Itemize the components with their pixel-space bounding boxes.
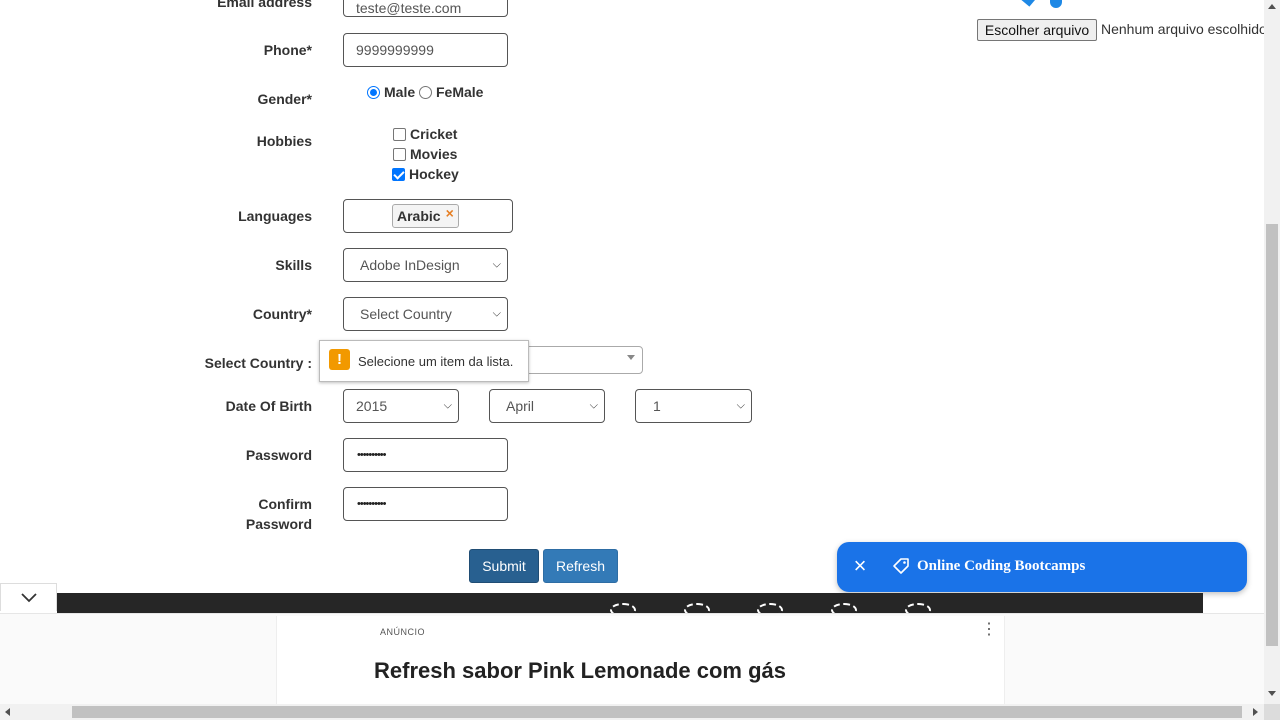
email-field[interactable]: teste@teste.com <box>343 0 508 17</box>
hobby-movies-label: Movies <box>410 146 458 162</box>
hobby-cricket-label: Cricket <box>410 126 458 142</box>
chevron-down-icon: ⌵ <box>492 258 501 271</box>
hobbies-label: Hobbies <box>256 133 312 149</box>
tag-icon <box>893 558 909 574</box>
skills-value: Adobe InDesign <box>360 257 460 273</box>
password-field[interactable]: •••••••••• <box>343 438 508 472</box>
toast-text: Online Coding Bootcamps <box>917 558 1086 574</box>
language-tag-remove-icon[interactable]: × <box>446 205 454 221</box>
email-value: teste@teste.com <box>356 0 462 16</box>
skills-select[interactable]: Adobe InDesign ⌵ <box>343 248 508 282</box>
refresh-button[interactable]: Refresh <box>543 549 618 583</box>
language-tag-label: Arabic <box>397 208 441 224</box>
dob-year-value: 2015 <box>356 398 388 414</box>
ad-collapse-tab[interactable] <box>0 583 57 611</box>
ad-headline: Refresh sabor Pink Lemonade com gás <box>374 658 787 683</box>
horizontal-scrollbar[interactable] <box>0 704 1264 720</box>
caret-down-icon <box>627 355 635 360</box>
languages-multiselect[interactable]: Arabic × <box>343 199 513 233</box>
languages-label: Languages <box>238 208 312 224</box>
scroll-up-arrow-icon[interactable] <box>1268 4 1276 9</box>
phone-value: 9999999999 <box>356 42 434 58</box>
gender-female-radio[interactable] <box>419 86 432 99</box>
email-label: Email address <box>217 0 312 10</box>
gender-female-label: FeMale <box>436 84 484 100</box>
file-status-text: Nenhum arquivo escolhido <box>1101 21 1264 37</box>
loading-spinner-icon <box>610 603 636 613</box>
bootcamps-toast[interactable]: × Online Coding Bootcamps <box>837 542 1247 592</box>
ad-card[interactable]: ANÚNCIO ⋮ Refresh sabor Pink Lemonade co… <box>276 616 1005 705</box>
scroll-left-arrow-icon[interactable] <box>5 708 10 716</box>
dob-year-select[interactable]: 2015 ⌵ <box>343 389 459 423</box>
confirm-password-field[interactable]: •••••••••• <box>343 487 508 521</box>
loading-spinner-icon <box>684 603 710 613</box>
close-icon[interactable]: × <box>851 555 869 577</box>
scroll-down-arrow-icon[interactable] <box>1268 691 1276 696</box>
warning-icon: ! <box>329 349 350 370</box>
country-value: Select Country <box>360 306 452 322</box>
country-select[interactable]: Select Country ⌵ <box>343 297 508 331</box>
choose-file-button[interactable]: Escolher arquivo <box>977 19 1097 41</box>
phone-field[interactable]: 9999999999 <box>343 33 508 67</box>
more-options-icon[interactable]: ⋮ <box>981 622 997 638</box>
hobby-movies-checkbox[interactable] <box>393 148 406 161</box>
submit-button[interactable]: Submit <box>469 549 539 583</box>
dob-label: Date Of Birth <box>225 398 312 414</box>
dob-month-select[interactable]: April ⌵ <box>489 389 605 423</box>
validation-tooltip: ! Selecione um item da lista. <box>319 340 529 382</box>
gender-male-radio[interactable] <box>367 86 380 99</box>
country-label: Country* <box>252 306 312 322</box>
dob-day-value: 1 <box>653 398 661 414</box>
confirm-password-value: •••••••••• <box>357 498 386 510</box>
hobby-cricket-checkbox[interactable] <box>393 128 406 141</box>
chevron-down-icon: ⌵ <box>492 307 501 320</box>
hobby-hockey-label: Hockey <box>409 166 459 182</box>
chevron-down-icon <box>21 593 37 603</box>
chevron-down-icon: ⌵ <box>589 399 598 412</box>
loading-spinner-icon <box>905 603 931 613</box>
scroll-right-arrow-icon[interactable] <box>1253 708 1258 716</box>
scrollbar-corner <box>1264 704 1280 720</box>
dob-month-value: April <box>506 398 535 414</box>
gender-male-label: Male <box>384 84 416 100</box>
horizontal-scrollbar-thumb[interactable] <box>72 706 1242 718</box>
select-country-label: Select Country : <box>204 355 312 371</box>
vertical-scrollbar[interactable] <box>1264 0 1280 704</box>
chevron-down-icon: ⌵ <box>443 399 452 412</box>
language-tag: Arabic × <box>392 204 459 228</box>
confirm-password-label-line1: Confirm <box>258 496 312 512</box>
loading-spinner-icon <box>831 603 857 613</box>
ad-label: ANÚNCIO <box>380 627 426 637</box>
skills-label: Skills <box>275 257 312 273</box>
password-label: Password <box>245 447 312 463</box>
password-value: •••••••••• <box>357 449 386 461</box>
phone-label: Phone* <box>263 42 312 58</box>
hobby-hockey-checkbox[interactable] <box>392 168 405 181</box>
partial-image-icon <box>1020 0 1036 7</box>
chevron-down-icon: ⌵ <box>736 399 745 412</box>
footer-band <box>57 593 1203 613</box>
vertical-scrollbar-thumb[interactable] <box>1266 224 1278 646</box>
loading-spinner-icon <box>757 603 783 613</box>
validation-tooltip-text: Selecione um item da lista. <box>358 354 514 369</box>
gender-label: Gender* <box>257 91 312 107</box>
ad-banner: ANÚNCIO ⋮ Refresh sabor Pink Lemonade co… <box>0 613 1264 705</box>
partial-image-icon <box>1050 0 1062 8</box>
dob-day-select[interactable]: 1 ⌵ <box>635 389 752 423</box>
confirm-password-label-line2: Password <box>245 516 312 532</box>
